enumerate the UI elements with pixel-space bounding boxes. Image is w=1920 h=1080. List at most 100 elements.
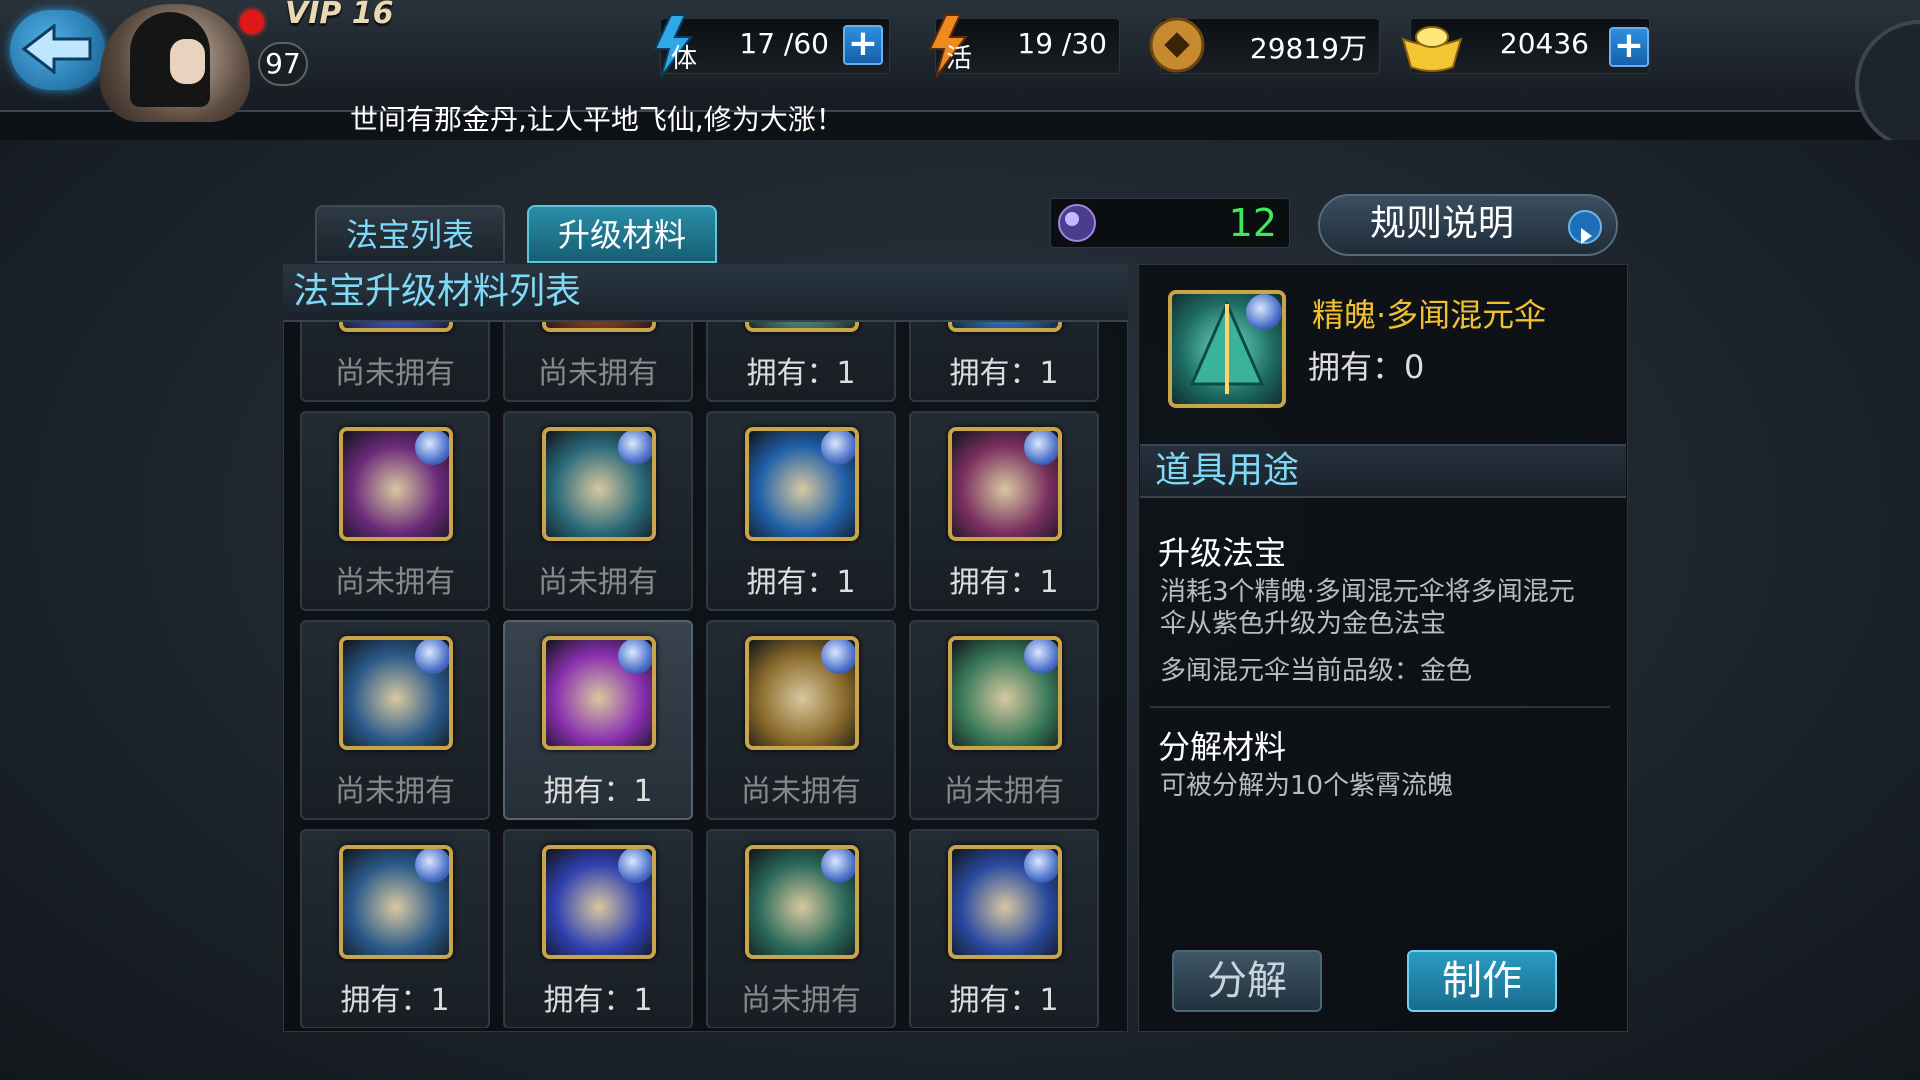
material-cell[interactable]: 拥有：1: [503, 829, 693, 1028]
item-name: 精魄·多闻混元伞: [1312, 296, 1547, 334]
material-cell[interactable]: 拥有：1: [909, 829, 1099, 1028]
coin-icon: [1147, 15, 1207, 79]
material-cell[interactable]: 拥有：1: [706, 411, 896, 611]
decompose-section-title: 分解材料: [1158, 728, 1287, 766]
material-cell[interactable]: 拥有：1: [909, 322, 1099, 402]
upgrade-section-title: 升级法宝: [1158, 534, 1287, 572]
back-arrow-icon: [22, 24, 92, 74]
material-cell[interactable]: 尚未拥有: [300, 411, 490, 611]
material-status: 尚未拥有: [538, 356, 658, 391]
current-grade-text: 多闻混元伞当前品级：金色: [1160, 656, 1473, 686]
material-icon: [542, 322, 656, 332]
soul-orb-icon: [1024, 640, 1058, 674]
gold-ingot-icon: [1397, 17, 1467, 81]
soul-orb-icon: [1024, 849, 1058, 883]
decompose-button[interactable]: 分解: [1172, 950, 1322, 1012]
material-icon: [339, 845, 453, 959]
vigor-value: 19 /30: [1017, 27, 1107, 60]
stamina-label: 体: [671, 44, 697, 74]
vigor-display: 活 19 /30: [928, 14, 1120, 78]
material-cell[interactable]: 尚未拥有: [706, 829, 896, 1028]
soul-orb-icon: [821, 849, 855, 883]
marquee-text: 世间有那金丹,让人平地飞仙,修为大涨！: [350, 103, 844, 136]
material-status: 拥有：1: [949, 356, 1059, 391]
upgrade-section-text: 消耗3个精魄·多闻混元伞将多闻混元伞从紫色升级为金色法宝: [1160, 577, 1575, 639]
material-cell[interactable]: 尚未拥有: [706, 620, 896, 820]
tab-treasure-list[interactable]: 法宝列表: [315, 205, 505, 263]
material-status: 尚未拥有: [741, 774, 861, 809]
soul-orb-icon: [1055, 201, 1099, 249]
coin-value: 29819万: [1249, 32, 1367, 65]
soul-orb-icon: [618, 849, 652, 883]
material-status: 拥有：1: [340, 983, 450, 1018]
material-icon: [542, 636, 656, 750]
material-icon: [339, 427, 453, 541]
material-icon: [542, 427, 656, 541]
material-cell[interactable]: 尚未拥有: [909, 620, 1099, 820]
soul-counter: 12: [1050, 198, 1290, 248]
gold-value: 20436: [1499, 27, 1589, 60]
material-icon: [745, 322, 859, 332]
materials-list-title: 法宝升级材料列表: [283, 264, 1128, 322]
material-status: 尚未拥有: [335, 565, 455, 600]
make-button[interactable]: 制作: [1407, 950, 1557, 1012]
material-status: 拥有：1: [949, 983, 1059, 1018]
gamepad-button[interactable]: [1855, 20, 1920, 150]
decompose-section-text: 可被分解为10个紫霄流魄: [1160, 771, 1454, 801]
materials-grid[interactable]: 尚未拥有 尚未拥有 拥有：1 拥有：1 尚未拥有 尚未拥有 拥有：1 拥有：1 尚未拥有 拥有：1…: [300, 322, 1110, 1028]
material-cell[interactable]: 拥有：1: [909, 411, 1099, 611]
material-icon: [948, 322, 1062, 332]
rules-button[interactable]: 规则说明: [1318, 194, 1618, 256]
play-arrow-icon: [1568, 210, 1602, 244]
top-bar: VIP 16 97 体 17 /60 + 活 19 /30 29819万 204…: [0, 0, 1920, 150]
material-icon: [948, 845, 1062, 959]
material-icon: [339, 636, 453, 750]
item-use-header: 道具用途: [1140, 444, 1626, 498]
material-cell[interactable]: 拥有：1: [706, 322, 896, 402]
material-status: 拥有：1: [949, 565, 1059, 600]
rules-label: 规则说明: [1370, 203, 1515, 244]
soul-orb-icon: [1024, 431, 1058, 465]
soul-orb-icon: [821, 640, 855, 674]
material-status: 拥有：1: [543, 774, 653, 809]
back-button[interactable]: [10, 10, 105, 90]
notification-dot: [240, 10, 264, 34]
material-cell[interactable]: 尚未拥有: [300, 322, 490, 402]
divider: [1150, 706, 1610, 708]
soul-orb-icon: [618, 640, 652, 674]
soul-orb-icon: [415, 640, 449, 674]
material-cell[interactable]: 尚未拥有: [503, 411, 693, 611]
item-icon: [1168, 290, 1286, 408]
material-status: 尚未拥有: [335, 774, 455, 809]
vigor-label: 活: [946, 44, 972, 74]
player-level: 97: [258, 42, 308, 86]
material-status: 拥有：1: [746, 356, 856, 391]
add-stamina-button[interactable]: +: [843, 25, 883, 65]
material-status: 拥有：1: [746, 565, 856, 600]
material-icon: [745, 427, 859, 541]
material-status: 尚未拥有: [944, 774, 1064, 809]
material-cell[interactable]: 尚未拥有: [300, 620, 490, 820]
stamina-value: 17 /60: [739, 27, 829, 60]
lightning-icon: 活: [916, 11, 986, 85]
material-cell[interactable]: 拥有：1: [503, 620, 693, 820]
avatar[interactable]: [100, 4, 250, 122]
material-cell[interactable]: 尚未拥有: [503, 322, 693, 402]
material-status: 尚未拥有: [335, 356, 455, 391]
tab-upgrade-materials[interactable]: 升级材料: [527, 205, 717, 263]
soul-orb-icon: [415, 849, 449, 883]
material-status: 尚未拥有: [538, 565, 658, 600]
material-icon: [339, 322, 453, 332]
material-icon: [745, 845, 859, 959]
material-status: 拥有：1: [543, 983, 653, 1018]
material-icon: [948, 427, 1062, 541]
soul-orb-icon: [821, 431, 855, 465]
material-cell[interactable]: 拥有：1: [300, 829, 490, 1028]
coin-display: 29819万: [1149, 17, 1380, 74]
material-status: 尚未拥有: [741, 983, 861, 1018]
material-icon: [542, 845, 656, 959]
soul-orb-icon: [415, 431, 449, 465]
material-icon: [948, 636, 1062, 750]
add-gold-button[interactable]: +: [1609, 27, 1649, 67]
lightning-icon: 体: [641, 11, 711, 85]
